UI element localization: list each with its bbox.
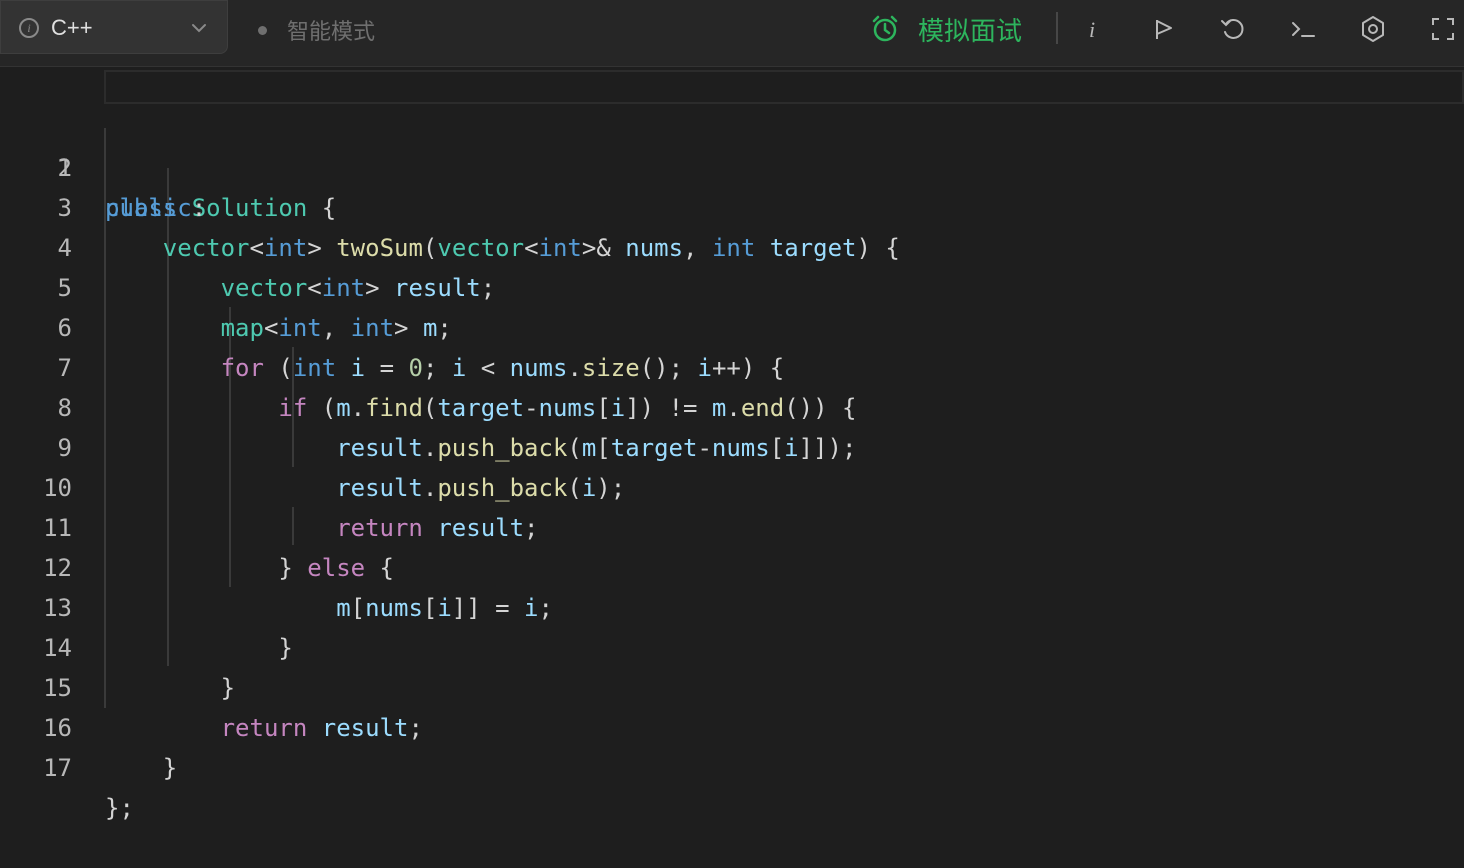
code-line-5: 5 map<int, int> m; xyxy=(0,228,1464,342)
console-icon xyxy=(1292,22,1315,37)
code-line-13: 13 } xyxy=(0,548,1464,662)
code-line-3: 3 vector<int> twoSum(vector<int>& nums, … xyxy=(0,148,1464,262)
smart-mode-label: 智能模式 xyxy=(287,19,376,44)
reset-button[interactable] xyxy=(1216,12,1250,46)
code-line-16: 16 } xyxy=(0,668,1464,782)
info-button[interactable]: i xyxy=(1076,12,1110,46)
language-select[interactable]: i C++ xyxy=(0,0,228,54)
editor-toolbar: i C++ 智能模式 模拟面试 i xyxy=(0,0,1464,67)
mock-interview-button[interactable]: 模拟面试 xyxy=(870,10,1022,48)
chevron-down-icon xyxy=(192,24,206,33)
run-flag-icon xyxy=(1156,20,1172,39)
settings-icon xyxy=(1362,16,1384,42)
fullscreen-button[interactable] xyxy=(1426,12,1460,46)
fullscreen-icon xyxy=(1432,18,1454,40)
code-line-2: 2 public: xyxy=(0,108,1464,222)
code-line-9: 9 result.push_back(i); xyxy=(0,388,1464,502)
reset-icon xyxy=(1221,19,1244,39)
code-line-7: 7 if (m.find(target-nums[i]) != m.end())… xyxy=(0,308,1464,422)
settings-button[interactable] xyxy=(1356,12,1390,46)
code-line-14: 14 } xyxy=(0,588,1464,702)
code-text: } xyxy=(105,754,178,782)
code-line-8: 8 result.push_back(m[target-nums[i]]); xyxy=(0,348,1464,462)
code-line-6: 6 for (int i = 0; i < nums.size(); i++) … xyxy=(0,268,1464,382)
code-line-12: 12 m[nums[i]] = i; xyxy=(0,508,1464,622)
alarm-clock-icon xyxy=(872,15,898,42)
code-line-4: 4 vector<int> result; xyxy=(0,188,1464,302)
info-icon: i xyxy=(19,18,39,38)
code-editor[interactable]: 1 class Solution { 2 public: 3 vector<in… xyxy=(0,67,1464,822)
toolbar-divider xyxy=(1056,12,1058,44)
console-button[interactable] xyxy=(1286,12,1320,46)
smart-mode[interactable]: 智能模式 xyxy=(258,14,375,46)
language-label: C++ xyxy=(51,15,93,40)
svg-text:i: i xyxy=(1089,17,1095,41)
mock-interview-label: 模拟面试 xyxy=(918,15,1023,46)
line-number: 17 xyxy=(43,754,72,782)
current-line-highlight xyxy=(104,70,1464,104)
code-line-15: 15 return result; xyxy=(0,628,1464,742)
code-line-17: 17 }; xyxy=(0,708,1464,822)
info-italic-icon: i xyxy=(1089,17,1095,41)
code-line-11: 11 } else { xyxy=(0,468,1464,582)
code-line-1: 1 class Solution { xyxy=(0,68,1464,222)
run-button[interactable] xyxy=(1146,12,1180,46)
code-text: }; xyxy=(105,794,134,822)
code-line-10: 10 return result; xyxy=(0,428,1464,542)
mode-dot xyxy=(258,25,267,35)
